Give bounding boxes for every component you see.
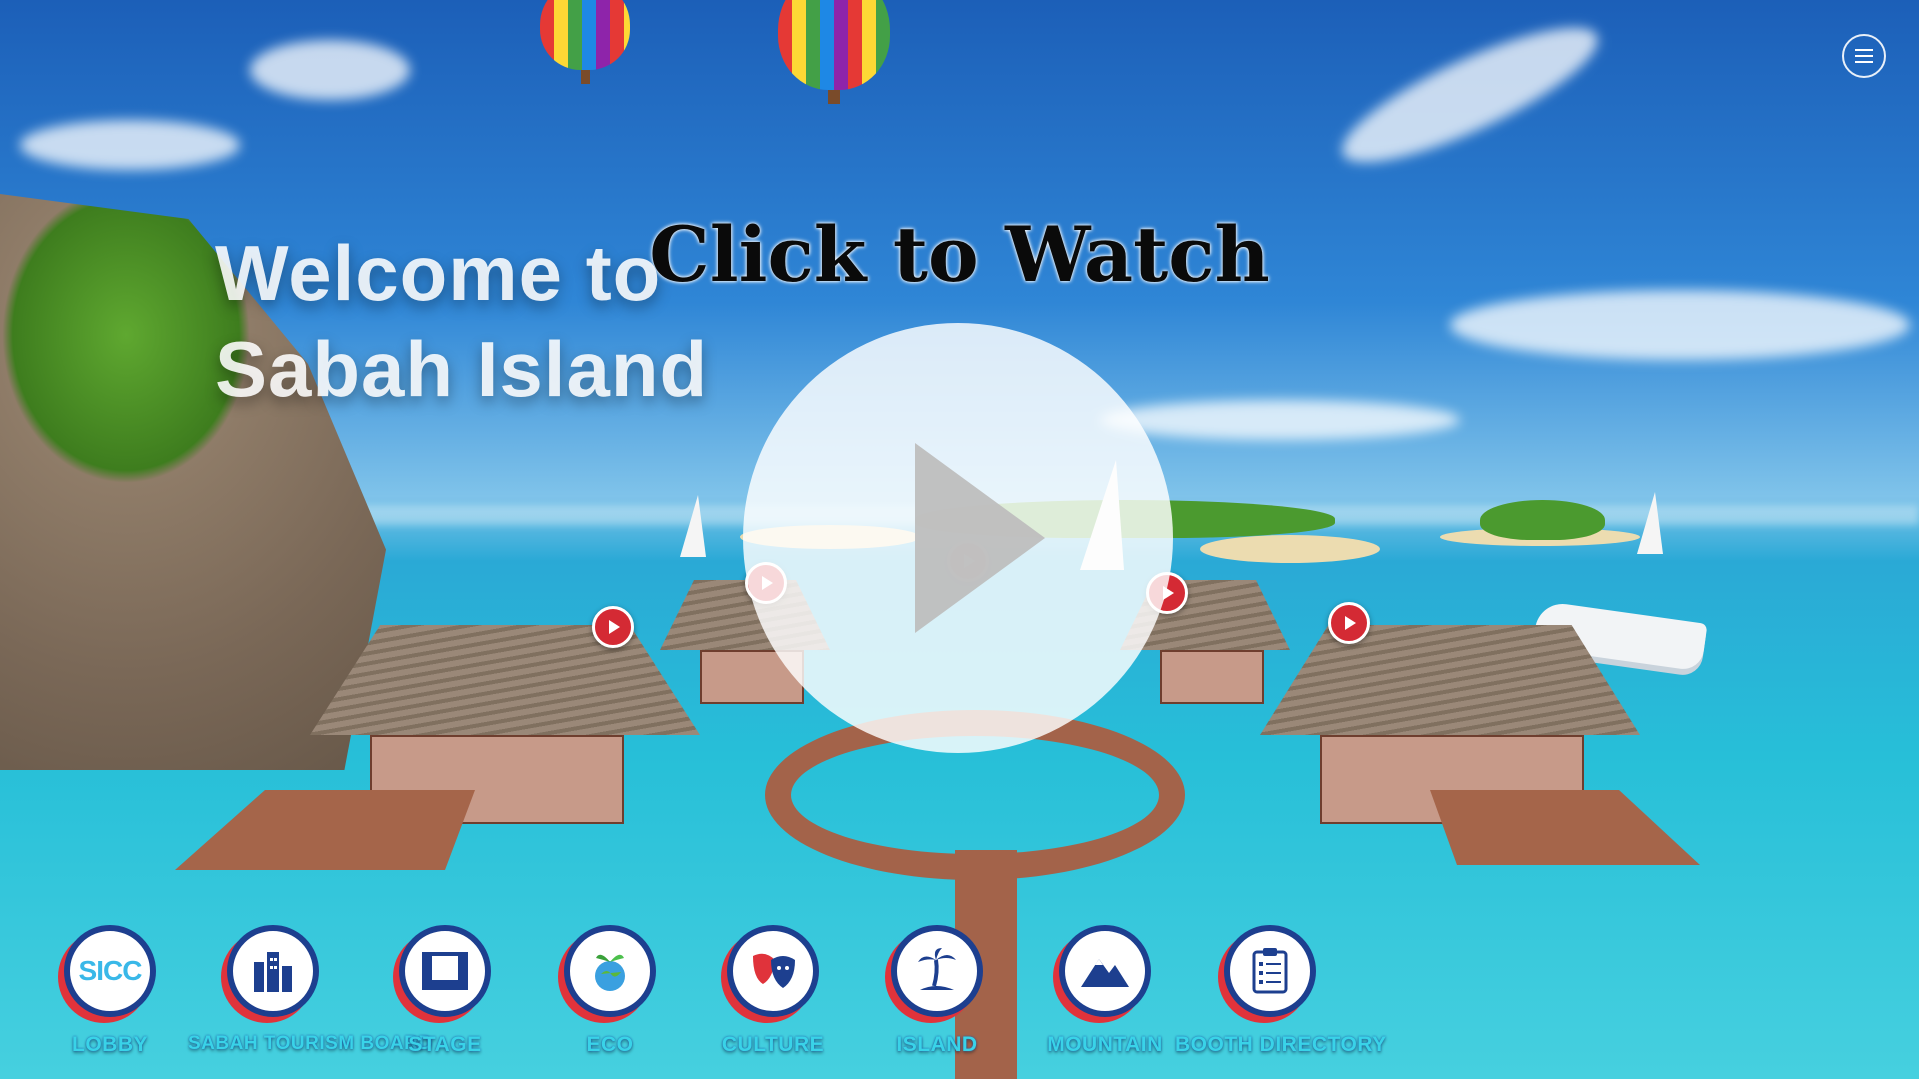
nav-label: LOBBY [72,1033,148,1056]
nav-label: STAGE [408,1033,482,1056]
nav-label: MOUNTAIN [1047,1033,1163,1056]
stage-icon [422,952,468,990]
nav-eco-circle [564,925,656,1017]
nav-label: ECO [586,1033,634,1056]
cloud [1450,290,1910,360]
cloud [20,120,240,170]
nav-booth-directory[interactable]: BOOTH DIRECTORY [1175,925,1387,1057]
nav-label: BOOTH DIRECTORY [1175,1033,1387,1056]
hamburger-menu-icon [1855,49,1873,63]
hot-air-balloon [778,0,890,104]
click-to-watch-title: Click to Watch [649,210,1270,299]
nav-lobby[interactable]: SICC LOBBY [25,925,195,1057]
menu-button[interactable] [1842,34,1886,78]
cloud [1328,4,1612,186]
video-pin-icon[interactable] [592,606,634,648]
nav-label: SABAH TOURISM BOARD [188,1033,433,1054]
palm-island-icon [918,948,956,990]
nav-label: CULTURE [721,1033,825,1056]
nav-island-circle [891,925,983,1017]
sicc-logo-icon: SICC [78,955,143,986]
nav-eco[interactable]: ECO [525,925,695,1057]
nav-culture[interactable]: CULTURE [688,925,858,1057]
nav-lobby-circle: SICC [64,925,156,1017]
mountain-icon [1081,959,1129,987]
city-buildings-icon [254,952,292,992]
hot-air-balloon [540,0,630,84]
nav-sabah-tourism-board[interactable]: SABAH TOURISM BOARD [188,925,433,1055]
video-pin-icon[interactable] [1328,602,1370,644]
nav-stage-circle [399,925,491,1017]
hut-wall [1160,650,1264,704]
nav-island[interactable]: ISLAND [852,925,1022,1057]
hut-deck [1430,790,1700,865]
play-icon [915,443,1045,633]
sailboat [680,495,706,557]
theatre-masks-icon [753,953,795,988]
welcome-line-2: Sabah Island [215,325,709,413]
nav-culture-circle [727,925,819,1017]
nav-tourism-circle [227,925,319,1017]
sandbar [1200,535,1380,563]
nav-booth-circle [1224,925,1316,1017]
hut-deck [175,790,475,870]
sailboat [1637,492,1663,554]
globe-plant-icon [595,954,625,991]
nav-mountain[interactable]: MOUNTAIN [1020,925,1190,1057]
nav-stage[interactable]: STAGE [360,925,530,1057]
nav-label: ISLAND [896,1033,978,1056]
cloud [1100,400,1460,440]
islet [1480,500,1605,540]
play-button[interactable] [743,323,1173,753]
nav-mountain-circle [1059,925,1151,1017]
cloud [250,40,410,100]
clipboard-icon [1252,948,1288,994]
